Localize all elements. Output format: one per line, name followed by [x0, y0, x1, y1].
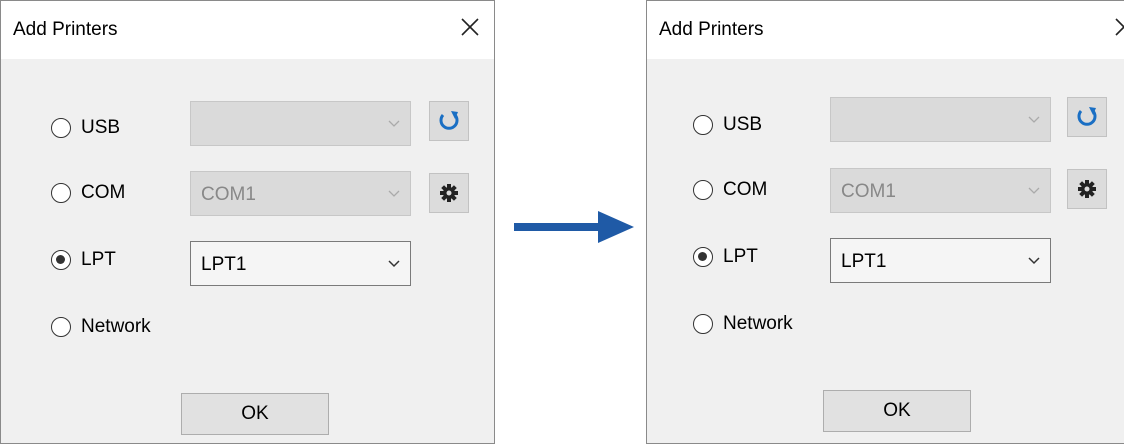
com-port-select: COM1 [830, 168, 1051, 213]
chevron-down-icon [1028, 116, 1040, 123]
radio-selected-dot [698, 252, 707, 261]
radio-usb[interactable] [51, 118, 71, 138]
gear-icon [1078, 180, 1096, 198]
com-port-value: COM1 [201, 184, 256, 205]
radio-network-label: Network [723, 313, 793, 334]
close-icon[interactable] [1108, 11, 1124, 43]
dialog-title: Add Printers [13, 19, 118, 40]
radio-network[interactable] [51, 317, 71, 337]
com-settings-button[interactable] [1067, 169, 1107, 209]
chevron-down-icon [388, 190, 400, 197]
radio-com-label: COM [723, 179, 768, 200]
lpt-port-select[interactable]: LPT1 [830, 238, 1051, 283]
radio-usb-label: USB [723, 114, 763, 135]
gear-icon [440, 184, 458, 202]
lpt-port-select[interactable]: LPT1 [190, 241, 411, 286]
chevron-down-icon [388, 120, 400, 127]
chevron-down-icon [1028, 257, 1040, 265]
ok-button[interactable]: OK [823, 390, 971, 432]
title-bar: Add Printers [647, 1, 1124, 59]
ok-button[interactable]: OK [181, 393, 329, 435]
radio-lpt[interactable] [51, 250, 71, 270]
radio-lpt[interactable] [693, 247, 713, 267]
radio-network[interactable] [693, 314, 713, 334]
chevron-down-icon [1028, 187, 1040, 194]
radio-network-label: Network [81, 316, 151, 337]
refresh-icon [439, 111, 459, 130]
radio-com[interactable] [51, 183, 71, 203]
right-arrow-icon [514, 211, 634, 243]
refresh-icon [1077, 107, 1097, 126]
usb-port-select [190, 101, 411, 146]
radio-lpt-label: LPT [81, 249, 116, 270]
dialog-title: Add Printers [659, 19, 764, 40]
title-bar: Add Printers [1, 1, 494, 59]
radio-lpt-label: LPT [723, 246, 758, 267]
com-port-select: COM1 [190, 171, 411, 216]
usb-port-select [830, 97, 1051, 142]
add-printers-dialog-before: Add Printers USB COM COM1 LPT LPT1 Netwo… [0, 0, 495, 444]
radio-usb-label: USB [81, 117, 121, 138]
radio-com[interactable] [693, 180, 713, 200]
radio-usb[interactable] [693, 115, 713, 135]
lpt-port-value: LPT1 [841, 251, 887, 272]
lpt-port-value: LPT1 [201, 254, 247, 275]
add-printers-dialog-after: Add Printers USB COM COM1 LPT LPT1 Netwo… [646, 0, 1124, 444]
com-settings-button[interactable] [429, 173, 469, 213]
radio-com-label: COM [81, 182, 126, 203]
radio-selected-dot [56, 255, 65, 264]
chevron-down-icon [388, 260, 400, 268]
close-icon[interactable] [454, 11, 486, 43]
refresh-button[interactable] [1067, 97, 1107, 137]
com-port-value: COM1 [841, 181, 896, 202]
refresh-button[interactable] [429, 101, 469, 141]
